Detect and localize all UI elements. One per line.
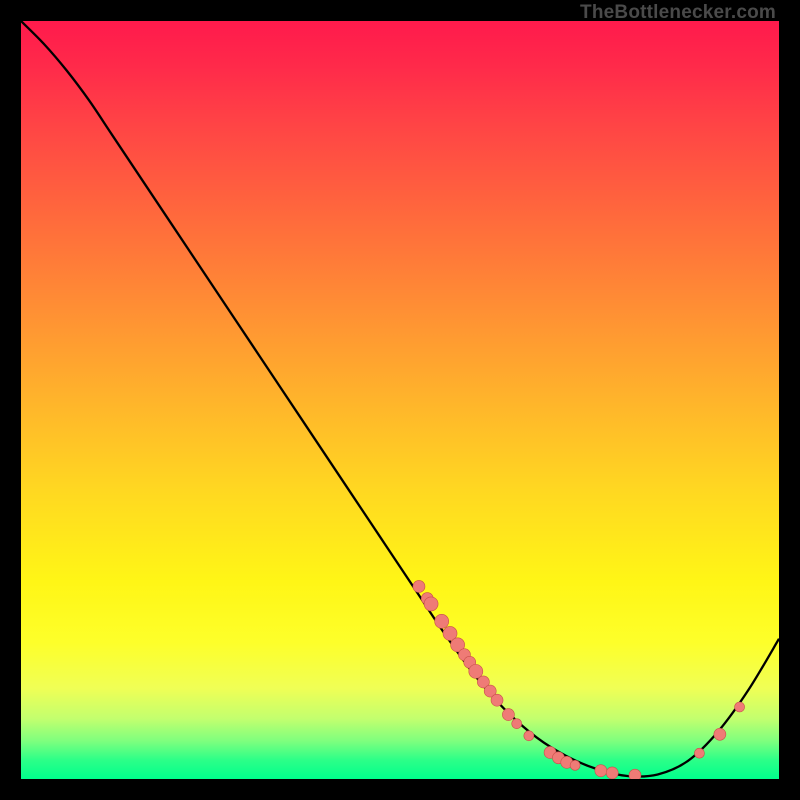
data-marker [629,769,641,779]
data-marker [512,719,522,729]
bottleneck-curve [21,21,779,777]
watermark-text: TheBottlenecker.com [580,2,776,24]
data-marker [469,664,483,678]
data-marker [524,731,534,741]
data-marker [502,709,514,721]
chart-svg [21,21,779,779]
data-marker [595,765,607,777]
data-marker [694,748,704,758]
data-markers [413,580,745,779]
data-marker [424,597,438,611]
data-marker [735,702,745,712]
data-marker [570,760,580,770]
chart-frame [21,21,779,779]
data-marker [491,694,503,706]
data-marker [606,767,618,779]
data-marker [413,580,425,592]
data-marker [435,614,449,628]
data-marker [714,728,726,740]
